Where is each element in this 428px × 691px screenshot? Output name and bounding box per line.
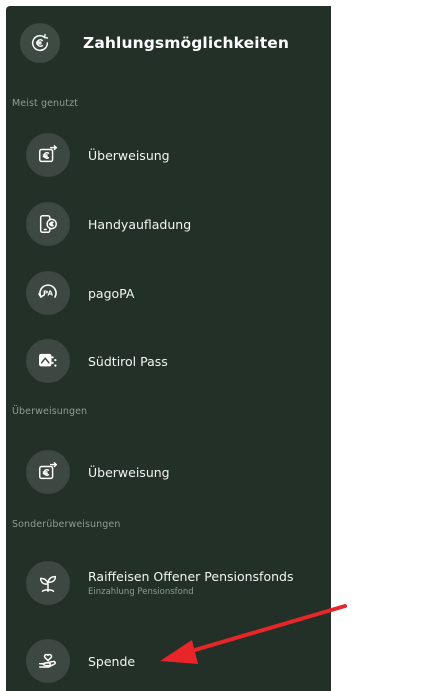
list-item-label: Raiffeisen Offener Pensionsfonds <box>88 569 294 584</box>
section-label-special-transfers: Sonderüberweisungen <box>12 519 121 530</box>
transfer-icon <box>26 133 70 177</box>
list-item-phone-topup[interactable]: Handyaufladung <box>26 202 326 246</box>
list-item-sublabel: Einzahlung Pensionsfond <box>88 587 194 597</box>
list-item-label: pagoPA <box>88 285 135 301</box>
list-item-label: Spende <box>88 653 136 669</box>
panel-header: Zahlungsmöglichkeiten <box>20 23 289 63</box>
section-label-most-used: Meist genutzt <box>12 98 79 109</box>
list-item-transfer-2[interactable]: Überweisung <box>26 450 326 494</box>
list-item-suedtirol-pass[interactable]: Südtirol Pass <box>26 339 326 383</box>
phone-topup-icon <box>26 202 70 246</box>
payment-options-panel: Zahlungsmöglichkeiten Meist genutzt Über… <box>6 6 331 691</box>
page-title: Zahlungsmöglichkeiten <box>83 34 289 52</box>
list-item-label: Handyaufladung <box>88 216 192 232</box>
pagopa-icon: PA <box>26 271 70 315</box>
list-item-transfer[interactable]: Überweisung <box>26 133 326 177</box>
list-item-label: Überweisung <box>88 147 170 163</box>
list-item-label: Überweisung <box>88 464 170 480</box>
list-item-donation[interactable]: Spende <box>26 639 326 683</box>
section-label-transfers: Überweisungen <box>12 406 88 417</box>
svg-text:PA: PA <box>43 290 53 298</box>
donation-heart-hand-icon <box>26 639 70 683</box>
plant-icon <box>26 561 70 605</box>
list-item-pagopa[interactable]: PA pagoPA <box>26 271 326 315</box>
list-item-pension-fund[interactable]: Raiffeisen Offener Pensionsfonds Einzahl… <box>26 561 326 605</box>
pass-card-icon <box>26 339 70 383</box>
list-item-label: Südtirol Pass <box>88 353 168 369</box>
euro-exchange-icon <box>20 23 60 63</box>
transfer-icon <box>26 450 70 494</box>
